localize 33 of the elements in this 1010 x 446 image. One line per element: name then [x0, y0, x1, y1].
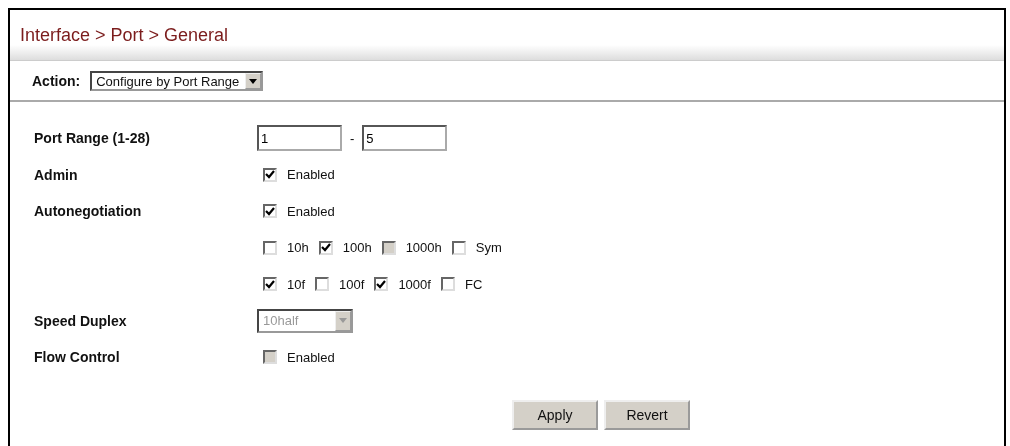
- apply-button[interactable]: Apply: [512, 399, 598, 430]
- checkbox-label: Enabled: [287, 167, 335, 183]
- checkbox[interactable]: [451, 240, 466, 255]
- checkbox[interactable]: [263, 167, 277, 182]
- checkbox-label: 1000h: [405, 240, 442, 256]
- field-label: Port Range (1-28): [34, 130, 150, 147]
- field-label: Autonegotiation: [34, 203, 142, 220]
- page-title: Interface > Port > General: [20, 24, 229, 46]
- range-separator: -: [350, 130, 355, 146]
- checkbox-label: 1000f: [398, 276, 431, 292]
- revert-button[interactable]: Revert: [604, 399, 690, 430]
- input-field[interactable]: 1: [257, 125, 342, 152]
- checkbox[interactable]: [263, 277, 277, 292]
- checkbox[interactable]: [263, 204, 277, 219]
- field-label: Action:: [32, 73, 81, 89]
- checkbox[interactable]: [318, 240, 333, 255]
- checkbox-label: FC: [464, 276, 483, 292]
- input-field[interactable]: 5: [362, 125, 448, 152]
- field-label: Speed Duplex: [34, 312, 127, 329]
- checkbox-label: 100h: [342, 240, 372, 256]
- action-dropdown[interactable]: Configure by Port Range: [90, 71, 264, 91]
- checkbox[interactable]: [440, 277, 455, 292]
- field-label: Admin: [34, 166, 78, 183]
- checkbox[interactable]: [374, 277, 389, 292]
- field-label: Flow Control: [34, 349, 120, 366]
- checkbox-label: 10h: [287, 240, 309, 256]
- checkbox-label: 100f: [339, 276, 365, 292]
- checkbox[interactable]: [263, 240, 277, 255]
- checkbox[interactable]: [315, 277, 330, 292]
- checkbox-label: Sym: [475, 240, 502, 256]
- checkbox-label: Enabled: [287, 349, 335, 365]
- checkbox-label: 10f: [287, 276, 306, 292]
- checkbox-label: Enabled: [287, 203, 335, 219]
